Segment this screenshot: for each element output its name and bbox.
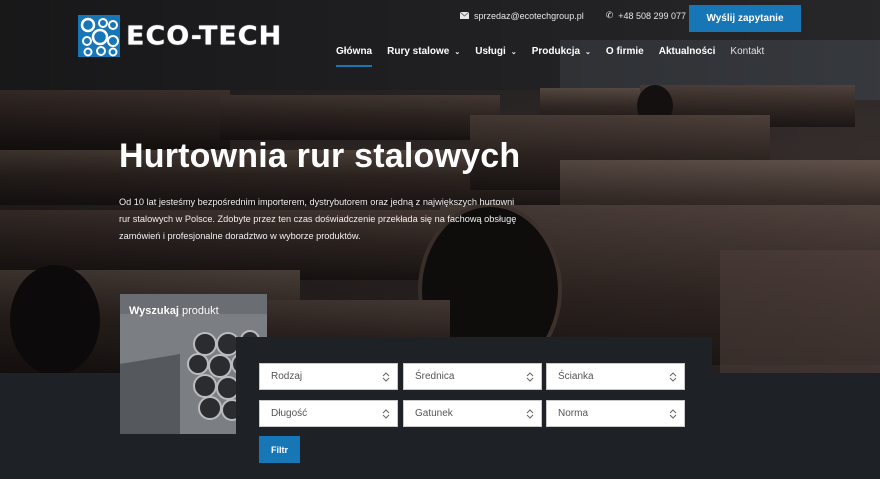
select-srednica[interactable]: Średnica — [403, 363, 542, 390]
chevron-updown-icon — [526, 409, 534, 419]
nav-label: Aktualności — [658, 46, 716, 57]
nav-label: Główna — [336, 46, 373, 57]
logo-text: ECO-TECH — [126, 21, 283, 51]
select-scianka[interactable]: Ścianka — [546, 363, 685, 390]
nav-label: O firmie — [605, 46, 644, 57]
nav-label: Produkcja — [531, 46, 581, 57]
select-value: Długość — [271, 408, 308, 419]
nav-label: Usługi — [475, 46, 506, 57]
phone-icon: ✆ — [605, 10, 614, 20]
topbar: sprzedaz@ecotechgroup.pl ✆ +48 508 299 0… — [460, 10, 708, 21]
nav-item-o-firmie[interactable]: O firmie — [606, 46, 644, 57]
select-value: Rodzaj — [271, 371, 303, 382]
nav-item-uslugi[interactable]: Usługi ⌄ — [475, 46, 516, 57]
nav-item-glowna[interactable]: Główna — [336, 46, 373, 67]
select-value: Ścianka — [558, 371, 594, 382]
chevron-updown-icon — [669, 372, 677, 382]
logo[interactable]: ECO-TECH — [78, 15, 282, 57]
chevron-down-icon: ⌄ — [454, 48, 461, 56]
select-dlugosc[interactable]: Długość — [259, 400, 398, 427]
chevron-updown-icon — [526, 372, 534, 382]
hero-title: Hurtownia rur stalowych — [119, 137, 521, 175]
nav-item-rury-stalowe[interactable]: Rury stalowe ⌄ — [387, 46, 460, 57]
envelope-icon — [460, 12, 469, 19]
select-value: Norma — [558, 408, 589, 419]
hero-description: Od 10 lat jesteśmy bezpośrednim importer… — [119, 197, 517, 241]
search-title-rest: produkt — [178, 305, 219, 317]
nav-label: Rury stalowe — [387, 46, 450, 57]
search-card-title: Wyszukaj produkt — [129, 305, 219, 317]
main-nav: Główna Rury stalowe ⌄ Usługi ⌄ Produkcja… — [336, 46, 779, 67]
nav-item-produkcja[interactable]: Produkcja ⌄ — [532, 46, 591, 57]
chevron-updown-icon — [382, 409, 390, 419]
select-rodzaj[interactable]: Rodzaj — [259, 363, 398, 390]
filter-button[interactable]: Filtr — [259, 436, 300, 463]
select-gatunek[interactable]: Gatunek — [403, 400, 542, 427]
chevron-down-icon: ⌄ — [585, 48, 591, 56]
chevron-updown-icon — [669, 409, 677, 419]
select-norma[interactable]: Norma — [546, 400, 685, 427]
nav-item-aktualnosci[interactable]: Aktualności — [659, 46, 716, 57]
chevron-down-icon: ⌄ — [510, 48, 517, 56]
chevron-updown-icon — [382, 372, 390, 382]
email-contact[interactable]: sprzedaz@ecotechgroup.pl — [460, 11, 584, 21]
select-value: Średnica — [415, 371, 455, 382]
nav-label: Kontakt — [730, 46, 765, 57]
logo-mark — [78, 15, 120, 57]
search-title-bold: Wyszukaj — [129, 305, 179, 317]
nav-item-kontakt[interactable]: Kontakt — [730, 46, 764, 57]
send-inquiry-button[interactable]: Wyślij zapytanie — [689, 5, 801, 32]
email-text: sprzedaz@ecotechgroup.pl — [474, 10, 584, 21]
phone-text: +48 508 299 077 — [618, 10, 687, 21]
pipes-logo-icon — [78, 15, 120, 57]
select-value: Gatunek — [415, 408, 453, 419]
phone-contact[interactable]: ✆ +48 508 299 077 — [606, 10, 686, 21]
